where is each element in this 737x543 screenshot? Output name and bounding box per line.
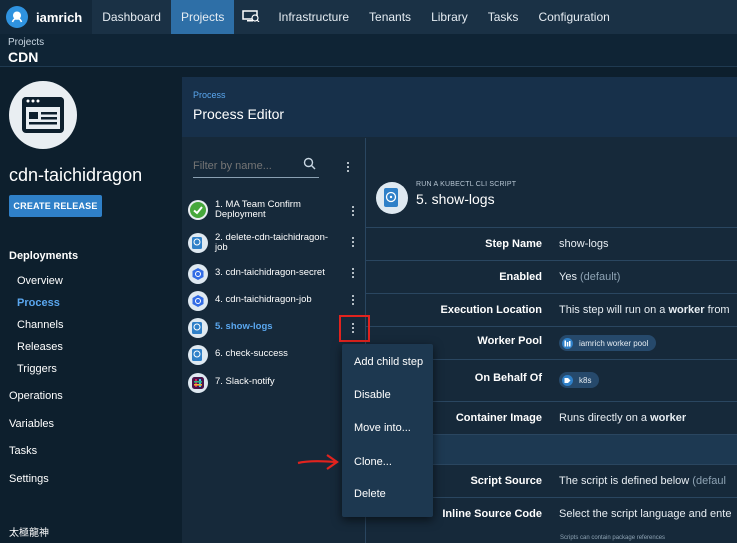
octopus-avatar-icon [6, 6, 28, 28]
search-icon[interactable] [303, 157, 316, 175]
step-label: 4. cdn-taichidragon-job [215, 294, 312, 305]
step-2-more-icon[interactable] [349, 234, 357, 250]
worker-pool-chip[interactable]: iamrich worker pool [559, 335, 657, 351]
sidebar-item-process[interactable]: Process [17, 297, 60, 309]
row-value: Yes (default) [559, 271, 621, 283]
step-item-2[interactable]: 2. delete-cdn-taichidragon-job [187, 231, 362, 255]
row-step-name: Step Name show-logs [366, 227, 737, 260]
nav-infrastructure[interactable]: Infrastructure [268, 0, 359, 34]
step-item-4[interactable]: 4. cdn-taichidragon-job [187, 289, 362, 313]
step-item-6[interactable]: 6. check-success [187, 343, 362, 367]
kubectl-script-icon [376, 182, 408, 214]
step-item-5[interactable]: 5. show-logs [187, 316, 362, 340]
breadcrumb-process[interactable]: Process [193, 90, 226, 100]
row-value: This step will run on a worker from [559, 304, 730, 316]
editor-title: Process Editor [193, 106, 285, 122]
row-label: On Behalf Of [474, 372, 542, 384]
kubectl-script-icon [188, 345, 208, 365]
nav-projects[interactable]: Projects [170, 0, 235, 34]
check-circle-icon [188, 200, 208, 220]
row-enabled: Enabled Yes (default) [366, 260, 737, 293]
filter-input[interactable] [193, 156, 293, 176]
project-name: cdn-taichidragon [9, 165, 143, 185]
menu-item-delete[interactable]: Delete [354, 488, 386, 500]
step-label: 3. cdn-taichidragon-secret [215, 267, 325, 278]
step-title: 5. show-logs [416, 191, 495, 207]
step-item-1[interactable]: 1. MA Team Confirm Deployment [187, 198, 362, 222]
step-item-7[interactable]: 7. Slack-notify [187, 371, 362, 395]
project-header: Projects CDN [0, 34, 737, 67]
sidebar-item-channels[interactable]: Channels [17, 319, 63, 331]
menu-item-add-child-step[interactable]: Add child step [354, 356, 423, 368]
breadcrumb-projects[interactable]: Projects [8, 37, 729, 49]
step-context-menu: Add child step Disable Move into... Clon… [342, 344, 433, 517]
menu-item-move-into[interactable]: Move into... [354, 422, 411, 434]
sidebar-item-releases[interactable]: Releases [17, 341, 63, 353]
sidebar-item-triggers[interactable]: Triggers [17, 363, 57, 375]
row-value: The script is defined below (defaul [559, 475, 726, 487]
slack-icon [188, 373, 208, 393]
kubectl-script-icon [188, 233, 208, 253]
step-3-more-icon[interactable] [349, 265, 357, 281]
project-logo-icon [9, 81, 77, 149]
annotation-highlight-box [339, 315, 370, 342]
sidebar-item-settings[interactable]: Settings [9, 473, 49, 485]
nav-machines[interactable] [234, 0, 268, 34]
kubernetes-icon [188, 264, 208, 284]
step-item-3[interactable]: 3. cdn-taichidragon-secret [187, 262, 362, 286]
sidebar-item-overview[interactable]: Overview [17, 275, 63, 287]
sidebar-deployments[interactable]: Deployments [9, 250, 78, 262]
annotation-arrow-icon [296, 451, 340, 478]
step-kind: RUN A KUBECTL CLI SCRIPT [416, 181, 517, 188]
on-behalf-of-chip[interactable]: k8s [559, 372, 600, 388]
step-label: 7. Slack-notify [215, 376, 275, 387]
package-reference-note: Scripts can contain package references [560, 535, 666, 541]
row-label: Step Name [485, 238, 542, 250]
nav-configuration[interactable]: Configuration [528, 0, 619, 34]
page-title: CDN [8, 49, 39, 65]
row-value: Select the script language and ente [559, 508, 732, 520]
nav-tasks[interactable]: Tasks [478, 0, 529, 34]
list-more-icon[interactable] [344, 159, 352, 175]
row-value: show-logs [559, 238, 609, 250]
menu-item-disable[interactable]: Disable [354, 389, 391, 401]
kubectl-script-icon [188, 318, 208, 338]
row-label: Script Source [470, 475, 542, 487]
step-label: 1. MA Team Confirm Deployment [215, 199, 301, 220]
top-nav: iamrich Dashboard Projects Infrastructur… [0, 0, 737, 34]
app-window: iamrich Dashboard Projects Infrastructur… [0, 0, 737, 543]
row-label: Enabled [499, 271, 542, 283]
row-label: Container Image [455, 412, 542, 424]
user-menu[interactable]: iamrich [0, 0, 93, 34]
user-name: iamrich [36, 9, 83, 25]
row-value: Runs directly on a worker [559, 412, 687, 424]
row-label: Execution Location [440, 304, 542, 316]
step-4-more-icon[interactable] [349, 292, 357, 308]
row-label: Worker Pool [477, 335, 542, 347]
menu-item-clone[interactable]: Clone... [354, 456, 392, 468]
step-label: 6. check-success [215, 348, 288, 359]
step-label: 5. show-logs [215, 321, 273, 332]
row-execution-location: Execution Location This step will run on… [366, 293, 737, 326]
row-label: Inline Source Code [442, 508, 542, 520]
sidebar-footer-text: 太極龍神 [9, 528, 49, 539]
step-1-more-icon[interactable] [349, 203, 357, 219]
sidebar-item-variables[interactable]: Variables [9, 418, 54, 430]
nav-tenants[interactable]: Tenants [359, 0, 421, 34]
nav-dashboard[interactable]: Dashboard [92, 0, 171, 34]
worker-pool-icon [562, 337, 573, 349]
filter-field [193, 156, 319, 178]
process-editor: Process Process Editor 1. MA Team Confir… [182, 77, 737, 543]
create-release-button[interactable]: CREATE RELEASE [9, 195, 102, 217]
kubernetes-icon [188, 291, 208, 311]
sidebar-item-operations[interactable]: Operations [9, 390, 63, 402]
step-label: 2. delete-cdn-taichidragon-job [215, 232, 329, 253]
editor-header: Process Process Editor [182, 77, 737, 137]
project-sidebar: cdn-taichidragon CREATE RELEASE Deployme… [0, 67, 182, 543]
tag-icon [562, 374, 573, 386]
nav-library[interactable]: Library [421, 0, 478, 34]
sidebar-item-tasks[interactable]: Tasks [9, 445, 37, 457]
monitor-icon [242, 1, 260, 35]
